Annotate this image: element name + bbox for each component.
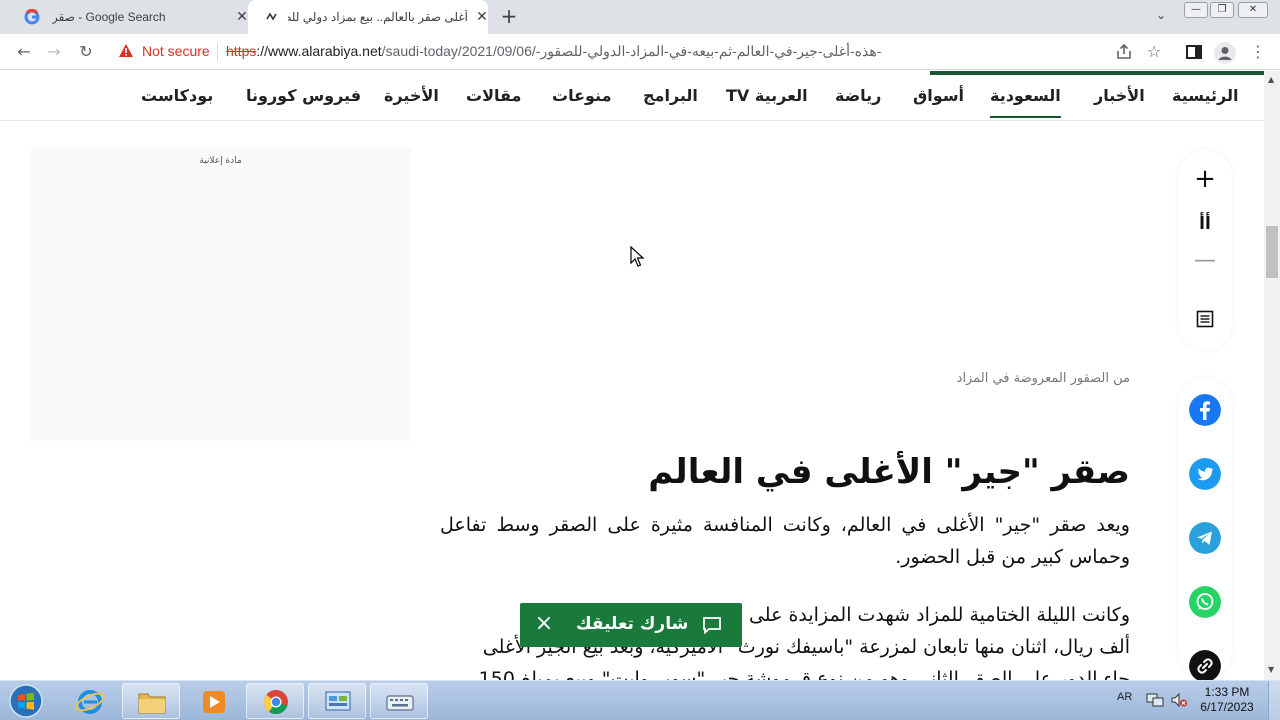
comment-icon (703, 617, 721, 634)
scroll-thumb[interactable] (1266, 226, 1278, 278)
new-tab-button[interactable]: + (498, 6, 520, 28)
nav-item-markets[interactable]: أسواق (913, 86, 964, 105)
nav-item-articles[interactable]: مقالات (466, 86, 521, 105)
control-panel-icon (325, 691, 351, 711)
back-icon[interactable]: ← (14, 42, 34, 62)
window-close-icon[interactable]: ✕ (1238, 2, 1268, 18)
taskbar-internet-explorer[interactable] (60, 683, 118, 719)
media-player-icon (203, 691, 225, 713)
copy-link-icon[interactable] (1189, 650, 1221, 682)
whatsapp-icon[interactable] (1189, 586, 1221, 618)
taskbar-keyboard[interactable] (370, 683, 428, 719)
ad-slot[interactable]: مادة إعلانية (30, 148, 411, 441)
url-host: ://www.alarabiya.net (256, 43, 382, 59)
twitter-icon[interactable] (1189, 458, 1221, 490)
zoom-out-icon[interactable]: — (1178, 246, 1232, 276)
tab-google-search[interactable]: صقر - Google Search ✕ (8, 0, 248, 34)
image-caption: من الصقور المعروضة في المزاد (956, 371, 1130, 386)
taskbar-chrome[interactable] (246, 683, 304, 719)
file-explorer-icon (138, 693, 166, 714)
font-size-icon[interactable]: أأ (1178, 209, 1232, 239)
input-language[interactable]: AR (1117, 691, 1132, 703)
nav-item-latest[interactable]: الأخيرة (384, 86, 439, 105)
clock-time: 1:33 PM (1204, 685, 1250, 699)
warning-icon[interactable] (118, 43, 134, 59)
google-icon (24, 9, 40, 25)
share-comment-label: شارك تعليقك (576, 614, 689, 634)
tab-alarabiya[interactable]: أغلى صقر بالعالم.. بيع بمزاد دولي للصقور… (248, 0, 488, 34)
section-heading: صقر "جير" الأغلى في العالم (648, 452, 1130, 492)
article-icon[interactable] (1196, 310, 1214, 328)
keyboard-icon (386, 695, 414, 711)
system-clock[interactable]: 1:33 PM 6/17/2023 (1196, 685, 1258, 715)
nav-item-news[interactable]: الأخبار (1094, 86, 1145, 105)
site-navigation: الرئيسية الأخبار السعودية أسواق رياضة ال… (0, 71, 1264, 121)
network-icon[interactable] (1146, 692, 1164, 708)
scroll-up-arrow-icon[interactable]: ▲ (1268, 75, 1274, 84)
nav-accent-bar (930, 71, 1264, 75)
minimize-icon[interactable]: — (1184, 2, 1208, 18)
windows-start-icon[interactable] (2, 682, 50, 720)
telegram-icon[interactable] (1189, 522, 1221, 554)
forward-icon[interactable]: → (44, 42, 64, 62)
close-icon[interactable]: × (534, 612, 554, 636)
tab-title: أغلى صقر بالعالم.. بيع بمزاد دولي للصقور (288, 10, 468, 24)
url-path: /saudi-today/2021/09/06/-هذه-أغلى-جير-في… (381, 43, 882, 59)
tab-strip: صقر - Google Search ✕ أغلى صقر بالعالم..… (0, 0, 1280, 34)
taskbar-file-explorer[interactable] (122, 683, 180, 719)
clock-date: 6/17/2023 (1200, 700, 1254, 714)
mouse-cursor-icon (630, 246, 645, 267)
paragraph-line: جاء الدور على الصقر الثاني وهو من نوع قر… (478, 668, 1130, 681)
security-label[interactable]: Not secure (142, 43, 210, 59)
reading-tools-panel: + أأ — (1178, 150, 1232, 350)
scroll-down-arrow-icon[interactable]: ▼ (1268, 665, 1274, 674)
page-scrollbar[interactable]: ▲ ▼ (1264, 71, 1280, 680)
internet-explorer-icon (75, 690, 105, 714)
address-bar[interactable]: https://www.alarabiya.net/saudi-today/20… (226, 43, 881, 60)
restore-icon[interactable]: ❐ (1210, 2, 1234, 18)
taskbar-media-player[interactable] (184, 683, 242, 719)
nav-item-saudi[interactable]: السعودية (990, 86, 1061, 118)
nav-item-home[interactable]: الرئيسية (1172, 86, 1239, 105)
url-divider (217, 43, 218, 61)
windows-taskbar: AR 1:33 PM 6/17/2023 (0, 680, 1280, 720)
tab-title: صقر - Google Search (52, 10, 166, 24)
nav-item-sports[interactable]: رياضة (835, 86, 881, 105)
share-comment-button[interactable]: × شارك تعليقك (520, 603, 742, 647)
ad-label: مادة إعلانية (199, 156, 242, 166)
taskbar-control-panel[interactable] (308, 683, 366, 719)
close-tab-icon[interactable]: ✕ (474, 8, 490, 26)
chrome-icon (264, 690, 288, 714)
menu-icon[interactable]: ⋮ (1248, 42, 1268, 62)
nav-item-programs[interactable]: البرامج (643, 86, 698, 105)
bookmark-star-icon[interactable]: ☆ (1144, 42, 1164, 62)
volume-muted-icon[interactable] (1170, 692, 1188, 708)
browser-toolbar: ← → ↻ Not secure https://www.alarabiya.n… (0, 34, 1280, 70)
zoom-in-icon[interactable]: + (1178, 164, 1232, 194)
article-paragraph: ويعد صقر "جير" الأغلى في العالم، وكانت ا… (440, 514, 1130, 568)
reload-icon[interactable]: ↻ (76, 42, 96, 62)
side-panel-icon[interactable] (1184, 42, 1204, 62)
nav-item-podcast[interactable]: بودكاست (141, 86, 213, 105)
nav-item-coronavirus[interactable]: فيروس كورونا (246, 86, 361, 105)
nav-item-alarabiya-tv[interactable]: العربية TV (726, 86, 808, 105)
social-share-panel (1178, 378, 1232, 682)
profile-icon[interactable] (1214, 42, 1236, 64)
tab-search-icon[interactable]: ⌄ (1152, 8, 1170, 26)
facebook-icon[interactable] (1189, 394, 1221, 426)
alarabiya-icon (265, 12, 279, 22)
url-scheme: https (226, 43, 257, 59)
show-desktop-button[interactable] (1268, 681, 1280, 720)
nav-item-variety[interactable]: منوعات (552, 86, 611, 105)
share-icon[interactable] (1114, 42, 1134, 62)
